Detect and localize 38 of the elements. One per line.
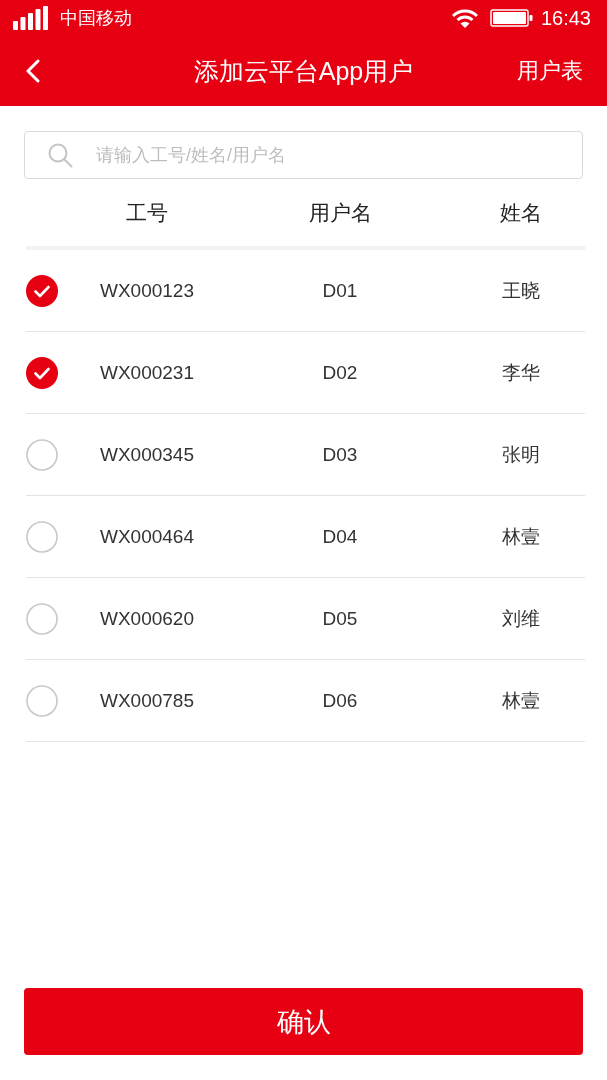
checkbox[interactable] — [26, 438, 58, 471]
table-cell: D03 — [322, 443, 358, 466]
carrier-name: 中国移动 — [60, 7, 132, 30]
page-title: 添加云平台App用户 — [193, 56, 414, 85]
table-cell: WX000464 — [100, 525, 194, 548]
checkbox[interactable] — [26, 684, 58, 717]
confirm-button[interactable]: 确认 — [24, 988, 583, 1055]
signal-icon — [13, 6, 48, 30]
table-cell: WX000620 — [100, 607, 194, 630]
table-cell: WX000231 — [100, 361, 194, 384]
column-header: 工号 — [126, 199, 168, 226]
table-cell-text: 张明 — [502, 442, 540, 467]
table-cell-text: 林壹 — [502, 524, 540, 549]
back-chevron-icon — [26, 59, 40, 83]
table-cell-text: 李华 — [502, 360, 540, 385]
clock-time: 16:43 — [540, 6, 591, 30]
table-cell: D04 — [322, 525, 358, 548]
table-cell-text: 刘维 — [502, 606, 540, 631]
table-cell: WX000345 — [100, 443, 194, 466]
table-cell-text: 王晓 — [502, 278, 540, 303]
checkbox[interactable] — [26, 274, 58, 307]
table-cell-text: 林壹 — [502, 688, 540, 713]
table-cell: D02 — [322, 361, 358, 384]
battery-icon — [489, 9, 533, 27]
checkbox[interactable] — [26, 602, 58, 635]
column-header: 用户名 — [308, 199, 372, 226]
user-list-link[interactable]: 用户表 — [517, 56, 583, 86]
table-cell: D06 — [322, 689, 358, 712]
wifi-icon — [451, 8, 478, 28]
search-icon — [48, 143, 73, 168]
table-cell: WX000123 — [100, 279, 194, 302]
search-field[interactable]: 请输入工号/姓名/用户名 — [24, 131, 583, 179]
checkbox[interactable] — [26, 356, 58, 389]
checkbox[interactable] — [26, 520, 58, 553]
table-cell: D05 — [322, 607, 358, 630]
table-cell: WX000785 — [100, 689, 194, 712]
column-header: 姓名 — [500, 199, 542, 226]
table-cell: D01 — [322, 279, 358, 302]
